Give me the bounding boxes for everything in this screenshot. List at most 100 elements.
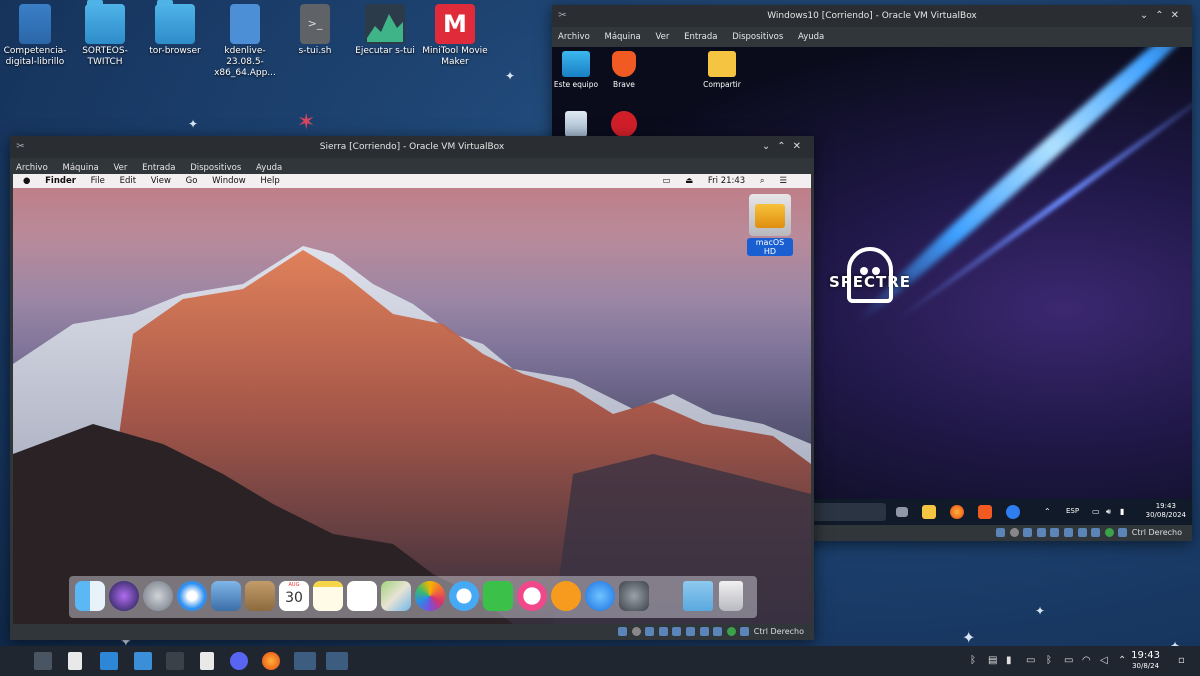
document-icon[interactable] [200, 652, 214, 670]
display-status-icon[interactable] [1077, 528, 1087, 537]
mouse-integration-icon[interactable] [740, 627, 750, 636]
window-titlebar[interactable]: ✂ Sierra [Corriendo] - Oracle VM Virtual… [10, 136, 814, 158]
virtualbox-vm-task-icon[interactable] [294, 652, 316, 670]
contacts-icon[interactable] [245, 581, 275, 611]
application-launcher-icon[interactable] [34, 652, 52, 670]
menu-dispositivos[interactable]: Dispositivos [190, 163, 241, 173]
menu-file[interactable]: File [91, 176, 105, 186]
menu-maquina[interactable]: Máquina [62, 163, 98, 173]
menu-maquina[interactable]: Máquina [604, 32, 640, 42]
hdd-status-icon[interactable] [618, 627, 628, 636]
desktop-icon-kdenlive[interactable]: kdenlive-23.08.5-x86_64.App... [210, 4, 280, 79]
desktop-icon-tor-browser[interactable]: tor-browser [140, 0, 210, 57]
battery-icon[interactable]: ▮ [1006, 655, 1012, 667]
shared-folder-status-icon[interactable] [686, 627, 695, 636]
volume-icon[interactable]: 🔊︎ [1106, 507, 1111, 517]
optical-status-icon[interactable] [631, 627, 641, 636]
menu-edit[interactable]: Edit [120, 176, 136, 186]
display-icon[interactable]: ▭ [1064, 655, 1073, 667]
desktop-icon-minitool[interactable]: M MiniTool Movie Maker [420, 4, 490, 68]
win-desktop-icon-brave[interactable]: Brave [594, 51, 654, 89]
firefox-icon[interactable] [950, 505, 964, 519]
cpu-status-icon[interactable] [1104, 528, 1114, 537]
messages-icon[interactable] [449, 581, 479, 611]
facetime-icon[interactable] [483, 581, 513, 611]
optical-status-icon[interactable] [1009, 528, 1019, 537]
hdd-status-icon[interactable] [996, 528, 1006, 537]
system-preferences-icon[interactable] [619, 581, 649, 611]
finder-icon[interactable] [75, 581, 105, 611]
menu-entrada[interactable]: Entrada [142, 163, 175, 173]
menu-ver[interactable]: Ver [113, 163, 127, 173]
window-titlebar[interactable]: ✂ Windows10 [Corriendo] - Oracle VM Virt… [552, 5, 1192, 27]
host-clock[interactable]: 19:43 30/8/24 [1131, 650, 1160, 671]
show-desktop-icon[interactable]: ▫ [1178, 655, 1185, 667]
recording-status-icon[interactable] [713, 627, 723, 636]
eject-icon[interactable]: ⏏ [685, 176, 693, 186]
downloads-folder-icon[interactable] [683, 581, 713, 611]
menu-archivo[interactable]: Archivo [16, 163, 48, 173]
desktop-icon-ejecutar-s-tui[interactable]: Ejecutar s-tui [350, 4, 420, 57]
spotlight-icon[interactable]: ⌕ [760, 176, 765, 186]
bluetooth-device-icon[interactable]: ᛒ [1046, 655, 1052, 667]
photos-icon[interactable] [415, 581, 445, 611]
display-status-icon[interactable] [699, 627, 709, 636]
clipboard-icon[interactable]: ▤ [988, 655, 997, 667]
airplay-icon[interactable]: ▭ [662, 176, 670, 186]
desktop-icon-sorteos[interactable]: SORTEOS-TWITCH [70, 0, 140, 68]
firefox-icon[interactable] [262, 652, 280, 670]
bluetooth-icon[interactable]: ᛒ [970, 655, 976, 667]
menu-ayuda[interactable]: Ayuda [256, 163, 282, 173]
trash-icon[interactable] [719, 581, 743, 611]
volume-icon[interactable]: ◁ [1100, 655, 1108, 667]
tray-chevron-icon[interactable]: ⌃ [1044, 507, 1051, 516]
taskbar-search-box[interactable] [812, 503, 886, 521]
text-file-icon[interactable] [68, 652, 82, 670]
notifications-icon[interactable]: ⌃ [1118, 655, 1126, 667]
maximize-icon[interactable]: ⌃ [1155, 10, 1170, 21]
menu-view[interactable]: View [151, 176, 171, 186]
maps-icon[interactable] [381, 581, 411, 611]
window-controls[interactable]: ⌄⌃✕ [1140, 5, 1186, 27]
app-circle-icon[interactable] [1006, 505, 1020, 519]
menu-window[interactable]: Window [212, 176, 246, 186]
file-explorer-icon[interactable] [922, 505, 936, 519]
macos-hd-icon[interactable]: macOS HD [747, 194, 793, 256]
guest-screen-macos[interactable]: ● Finder File Edit View Go Window Help ▭… [13, 174, 811, 624]
network-status-icon[interactable] [658, 627, 668, 636]
file-manager-icon[interactable] [134, 652, 152, 670]
network-status-icon[interactable] [1036, 528, 1046, 537]
terminal-icon[interactable] [166, 652, 184, 670]
discord-icon[interactable] [230, 652, 248, 670]
recording-status-icon[interactable] [1091, 528, 1101, 537]
usb-status-icon[interactable] [672, 627, 682, 636]
siri-icon[interactable] [109, 581, 139, 611]
mac-clock[interactable]: Fri 21:43 [708, 176, 745, 186]
win-clock[interactable]: 19:43 30/08/2024 [1146, 502, 1186, 520]
photo-booth-icon[interactable] [211, 581, 241, 611]
storage-icon[interactable]: ▭ [1026, 655, 1035, 667]
menu-help[interactable]: Help [260, 176, 279, 186]
menu-dispositivos[interactable]: Dispositivos [732, 32, 783, 42]
menu-archivo[interactable]: Archivo [558, 32, 590, 42]
desktop-icon-s-tui[interactable]: >_ s-tui.sh [280, 4, 350, 57]
menu-go[interactable]: Go [186, 176, 198, 186]
win-desktop-icon-compartir[interactable]: Compartir [692, 51, 752, 89]
safari-icon[interactable] [177, 581, 207, 611]
task-view-icon[interactable] [896, 507, 908, 517]
app-store-icon[interactable] [585, 581, 615, 611]
menu-ayuda[interactable]: Ayuda [798, 32, 824, 42]
software-center-icon[interactable] [100, 652, 118, 670]
brave-icon[interactable] [978, 505, 992, 519]
audio-status-icon[interactable] [645, 627, 655, 636]
virtualbox-window-sierra[interactable]: ✂ Sierra [Corriendo] - Oracle VM Virtual… [10, 136, 814, 640]
usb-status-icon[interactable] [1050, 528, 1060, 537]
reminders-icon[interactable] [347, 581, 377, 611]
launchpad-icon[interactable] [143, 581, 173, 611]
itunes-icon[interactable] [517, 581, 547, 611]
close-icon[interactable]: ✕ [1171, 10, 1186, 21]
desktop-icon-competencia[interactable]: Competencia-digital-librillo [0, 4, 70, 68]
virtualbox-vm-task-icon[interactable] [326, 652, 348, 670]
minimize-icon[interactable]: ⌄ [1140, 10, 1155, 21]
shared-folder-status-icon[interactable] [1064, 528, 1073, 537]
